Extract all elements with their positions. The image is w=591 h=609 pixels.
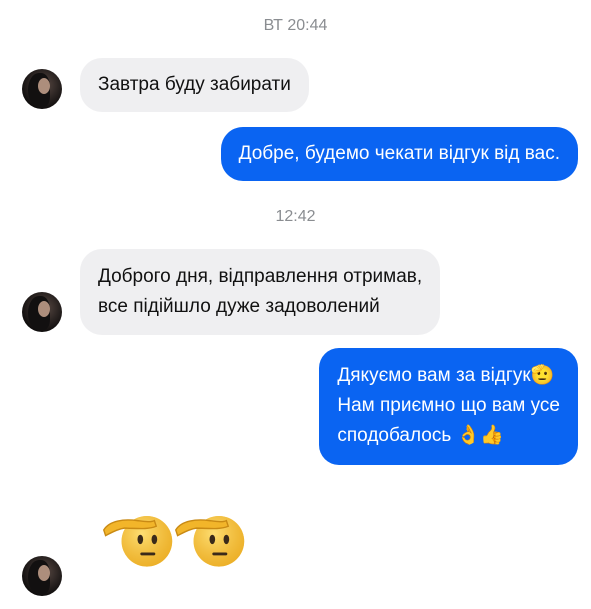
avatar[interactable] [22, 556, 62, 596]
timestamp: 12:42 [275, 208, 316, 225]
saluting-face-icon [102, 515, 173, 567]
message-text: все підійшло дуже задоволений [98, 296, 380, 317]
avatar[interactable] [22, 69, 62, 109]
message-text: Дякуємо вам за відгук🫡 [337, 365, 555, 386]
message-incoming[interactable]: Доброго дня, відправлення отримав, все п… [80, 249, 441, 335]
message-outgoing[interactable]: Дякуємо вам за відгук🫡 Нам приємно що ва… [319, 348, 578, 465]
message-text: Завтра буду забирати [98, 74, 291, 95]
saluting-face-icon [174, 515, 245, 567]
message-text: Доброго дня, відправлення отримав, [98, 266, 423, 287]
timestamp: ВТ 20:44 [263, 17, 328, 34]
emoji-message[interactable] [100, 500, 260, 580]
message-text: Добре, будемо чекати відгук від вас. [238, 143, 560, 164]
message-outgoing[interactable]: Добре, будемо чекати відгук від вас. [220, 127, 578, 181]
avatar[interactable] [22, 292, 62, 332]
message-text: Нам приємно що вам усе [337, 395, 560, 416]
message-text: сподобалось 👌👍 [337, 425, 504, 446]
message-incoming[interactable]: Завтра буду забирати [80, 58, 309, 112]
